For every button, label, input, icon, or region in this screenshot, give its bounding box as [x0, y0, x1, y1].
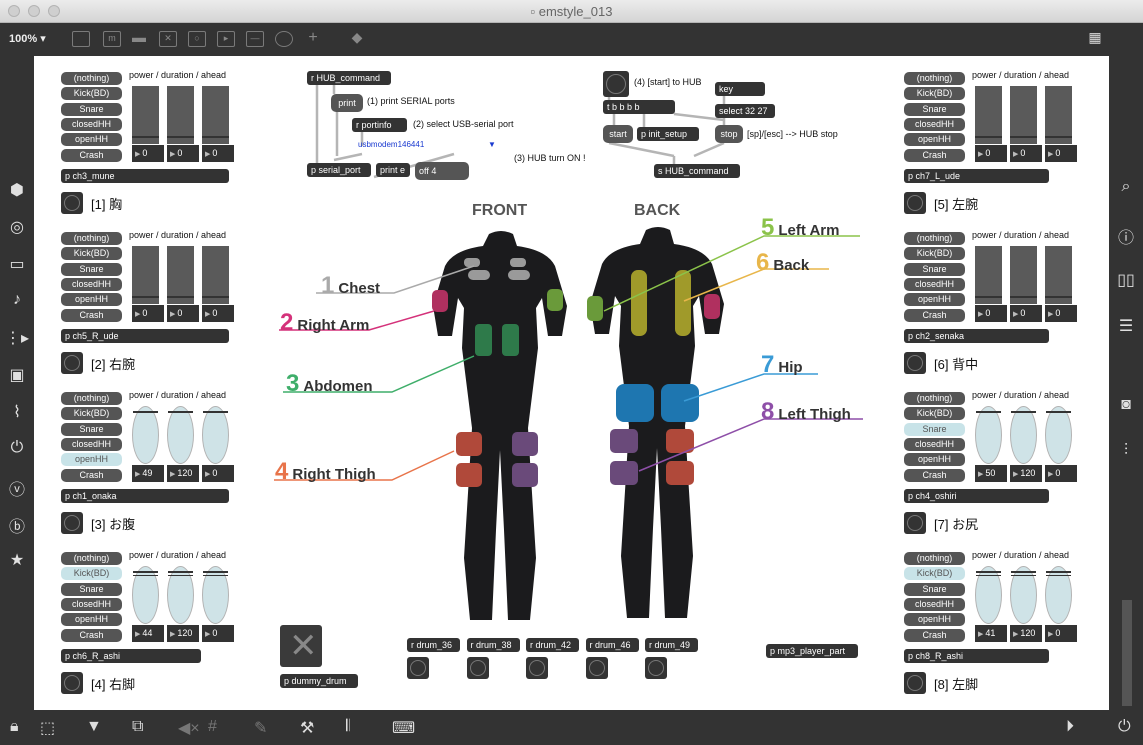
suit-label-number: 5 — [761, 214, 775, 241]
window-title-text: emstyle_013 — [538, 4, 613, 19]
left-sidebar: ⬢ ◎ ▭ ♪ ⋮▸ ▣ ⌇ ⏻ ⓥ ⓑ ★ — [0, 56, 34, 710]
music-note-icon[interactable]: ♪ — [0, 291, 34, 309]
drum-bang-1[interactable] — [466, 657, 489, 679]
suit-label-text: Abdomen — [303, 378, 373, 395]
mp3-player-object[interactable]: p mp3_player_part — [766, 644, 858, 658]
drum-bang-0[interactable] — [407, 657, 429, 679]
info-icon[interactable]: ⓘ — [1109, 224, 1143, 248]
presentation-icon[interactable] — [72, 31, 90, 47]
zoom-menu[interactable]: 100% ▾ — [9, 32, 46, 45]
drum-receive-3[interactable]: r drum_46 — [585, 638, 639, 652]
suit-label-number: 2 — [280, 309, 294, 336]
snapshot-camera-icon[interactable]: ◙ — [1109, 396, 1143, 414]
suit-label-text: Back — [773, 257, 810, 274]
suit-label-text: Left Arm — [778, 222, 840, 239]
suit-label-number: 4 — [275, 458, 289, 485]
drum-receive-0[interactable]: r drum_36 — [407, 638, 460, 652]
message-icon[interactable]: m — [103, 31, 121, 47]
windows-icon[interactable]: ⧉ — [132, 718, 143, 736]
audio-off-icon[interactable]: ◀× — [178, 718, 200, 738]
close-x-icon: ✕ — [289, 627, 318, 665]
video-icon[interactable]: ▭ — [0, 254, 34, 274]
dummy-drum-object[interactable]: p dummy_drum — [280, 674, 358, 688]
suit-label-2: 2 Right Arm — [280, 309, 369, 337]
zoom-level: 100% — [9, 33, 38, 45]
cube-icon[interactable]: ⬢ — [0, 180, 34, 200]
suit-label-5: 5 Left Arm — [761, 214, 839, 242]
audio-dsp-icon[interactable]: ⏵ — [1066, 718, 1074, 736]
bottom-toolbar: 🔒︎ ⬚ ▼ ⧉ ◀× # ✎ ⚒ 𝄃 ⌨ ⏵ ⏻ — [0, 710, 1143, 745]
drum-receive-1[interactable]: r drum_38 — [466, 638, 520, 652]
suit-label-number: 7 — [761, 351, 775, 378]
volume-slider[interactable] — [1122, 600, 1132, 706]
dummy-drum-toggle[interactable]: ✕ — [280, 625, 322, 667]
grid-snap-icon[interactable]: # — [208, 718, 217, 736]
drum-bang-3[interactable] — [585, 657, 608, 679]
suit-label-text: Right Thigh — [292, 466, 376, 483]
comment-icon[interactable]: ▬ — [130, 30, 148, 47]
suit-label-text: Right Arm — [297, 317, 370, 334]
piano-icon[interactable]: 𝄃 — [346, 718, 350, 736]
window-title: ▫ emstyle_013 — [530, 4, 613, 19]
bang-circle — [410, 660, 426, 676]
suit-label-number: 1 — [321, 272, 335, 299]
ems-suit-image — [274, 227, 863, 620]
star-icon[interactable]: ★ — [0, 550, 34, 570]
dial-icon[interactable] — [275, 31, 293, 47]
title-bar: ▫ emstyle_013 — [0, 0, 1143, 23]
keyboard-icon[interactable]: ⌨ — [392, 718, 415, 738]
debug-icon[interactable]: ✎ — [254, 718, 267, 738]
search-icon[interactable]: ⌕ — [1109, 178, 1143, 196]
suit-label-4: 4 Right Thigh — [275, 458, 376, 486]
bang-icon[interactable]: ○ — [188, 31, 206, 47]
power-icon[interactable]: ⏻ — [1118, 718, 1131, 736]
mixer-sliders-icon[interactable]: ⫶ — [1109, 442, 1143, 460]
add-object-icon[interactable]: + — [304, 30, 322, 47]
b-circle-icon[interactable]: ⓑ — [0, 513, 34, 537]
patcher-toolbar: 100% ▾ m ▬ ✕ ○ ▸ — + ◆ ▦ — [0, 23, 1143, 56]
drum-receive-4[interactable]: r drum_49 — [645, 638, 698, 652]
patcher-canvas[interactable]: power / duration / ahead (nothing) Kick(BD… — [34, 56, 1109, 710]
edit-mode-icon[interactable]: ⬚ — [40, 718, 55, 738]
lock-icon[interactable]: 🔒︎ — [10, 718, 19, 736]
slider-icon[interactable]: — — [246, 31, 264, 47]
paperclip-icon[interactable]: ⌇ — [0, 402, 34, 422]
suit-label-text: Chest — [338, 280, 381, 297]
max-window: ▫ emstyle_013 100% ▾ m ▬ ✕ ○ ▸ — + ◆ ▦ ⬢… — [0, 0, 1143, 745]
target-icon[interactable]: ◎ — [0, 217, 34, 237]
grid-icon[interactable]: ▦ — [1086, 30, 1104, 47]
bang-circle — [588, 660, 605, 676]
console-list-icon[interactable]: ☰ — [1109, 316, 1143, 336]
plug-icon[interactable]: ⏻ — [0, 439, 34, 457]
reference-book-icon[interactable]: ▯▯ — [1109, 270, 1143, 290]
suit-label-number: 6 — [756, 249, 770, 276]
number-icon[interactable]: ▸ — [217, 31, 235, 47]
bang-circle — [469, 660, 486, 676]
suit-label-number: 3 — [286, 370, 300, 397]
drum-receive-2[interactable]: r drum_42 — [526, 638, 579, 652]
suit-label-3: 3 Abdomen — [286, 370, 373, 398]
suit-label-7: 7 Hip — [761, 351, 803, 379]
toggle-icon[interactable]: ✕ — [159, 31, 177, 47]
paint-bucket-icon[interactable]: ◆ — [348, 30, 366, 47]
drum-bang-2[interactable] — [526, 657, 548, 679]
presentation-mode-icon[interactable]: ▼ — [86, 718, 102, 736]
bang-circle — [648, 660, 664, 676]
wrench-icon[interactable]: ⚒ — [300, 718, 314, 738]
sequence-icon[interactable]: ⋮▸ — [0, 328, 34, 348]
suit-label-text: Hip — [778, 359, 803, 376]
image-icon[interactable]: ▣ — [0, 365, 34, 385]
drum-bang-4[interactable] — [645, 657, 667, 679]
suit-label-6: 6 Back — [756, 249, 809, 277]
v-circle-icon[interactable]: ⓥ — [0, 476, 34, 500]
suit-label-number: 8 — [761, 398, 775, 425]
suit-label-8: 8 Left Thigh — [761, 398, 851, 426]
suit-label-text: Left Thigh — [778, 406, 851, 423]
suit-label-1: 1 Chest — [321, 272, 380, 300]
bang-circle — [529, 660, 545, 676]
